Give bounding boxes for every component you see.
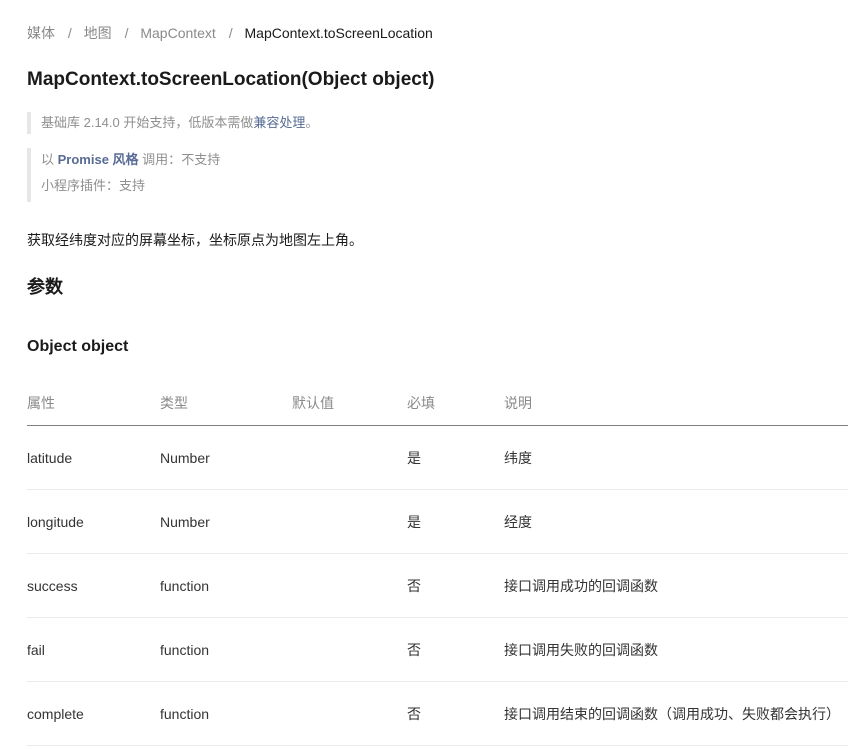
cell-type: function — [160, 617, 292, 682]
breadcrumb-separator: / — [67, 25, 72, 41]
breadcrumb-separator: / — [124, 25, 129, 41]
support-info: 以 Promise 风格 调用：不支持 小程序插件：支持 — [27, 148, 220, 202]
table-row: latitude Number 是 纬度 — [27, 425, 848, 490]
plugin-support-line: 小程序插件：支持 — [41, 174, 220, 200]
cell-type: function — [160, 681, 292, 746]
promise-support-value: 不支持 — [181, 152, 221, 167]
cell-type: Number — [160, 425, 292, 490]
breadcrumb-item-media[interactable]: 媒体 — [27, 25, 55, 41]
cell-default — [292, 617, 407, 682]
header-required: 必填 — [407, 381, 504, 426]
promise-support-line: 以 Promise 风格 调用：不支持 — [41, 148, 220, 174]
cell-type: Number — [160, 489, 292, 554]
header-property: 属性 — [27, 381, 160, 426]
table-row: success function 否 接口调用成功的回调函数 — [27, 553, 848, 618]
cell-property: latitude — [27, 425, 160, 490]
breadcrumb-item-map[interactable]: 地图 — [84, 25, 112, 41]
cell-required: 否 — [407, 617, 504, 682]
plugin-label: 小程序插件 — [41, 178, 107, 193]
promise-style-label: Promise 风格 — [57, 152, 139, 167]
cell-description: 接口调用成功的回调函数 — [504, 553, 848, 618]
support-note-text: 基础库 2.14.0 开始支持，低版本需做 — [41, 115, 254, 130]
table-row: complete function 否 接口调用结束的回调函数（调用成功、失败都… — [27, 681, 848, 746]
promise-colon: ： — [168, 152, 182, 167]
plugin-support-value: 支持 — [119, 178, 146, 193]
cell-required: 否 — [407, 681, 504, 746]
page-title: MapContext.toScreenLocation(Object objec… — [27, 69, 435, 90]
table-header-row: 属性 类型 默认值 必填 说明 — [27, 381, 848, 426]
table-row: fail function 否 接口调用失败的回调函数 — [27, 617, 848, 682]
api-description: 获取经纬度对应的屏幕坐标，坐标原点为地图左上角。 — [27, 232, 363, 248]
params-table: 属性 类型 默认值 必填 说明 latitude Number 是 纬度 lon… — [27, 381, 848, 746]
support-note-suffix: 。 — [305, 115, 319, 130]
breadcrumb-separator: / — [228, 25, 233, 41]
cell-default — [292, 489, 407, 554]
breadcrumb: 媒体 / 地图 / MapContext / MapContext.toScre… — [27, 24, 433, 42]
table-row: longitude Number 是 经度 — [27, 489, 848, 554]
params-heading: 参数 — [27, 277, 63, 297]
cell-required: 是 — [407, 489, 504, 554]
cell-default — [292, 425, 407, 490]
cell-required: 是 — [407, 425, 504, 490]
compat-link[interactable]: 兼容处理 — [253, 115, 305, 130]
promise-call-label: 调用 — [138, 152, 169, 167]
header-type: 类型 — [160, 381, 292, 426]
object-heading: Object object — [27, 338, 129, 355]
header-description: 说明 — [504, 381, 848, 426]
plugin-colon: ： — [106, 178, 120, 193]
cell-default — [292, 553, 407, 618]
cell-type: function — [160, 553, 292, 618]
support-note: 基础库 2.14.0 开始支持，低版本需做兼容处理。 — [27, 112, 318, 134]
cell-property: fail — [27, 617, 160, 682]
cell-description: 经度 — [504, 489, 848, 554]
cell-description: 纬度 — [504, 425, 848, 490]
breadcrumb-item-mapcontext[interactable]: MapContext — [140, 25, 215, 41]
breadcrumb-current: MapContext.toScreenLocation — [244, 25, 433, 41]
cell-description: 接口调用结束的回调函数（调用成功、失败都会执行） — [504, 681, 848, 746]
header-default: 默认值 — [292, 381, 407, 426]
cell-description: 接口调用失败的回调函数 — [504, 617, 848, 682]
cell-property: success — [27, 553, 160, 618]
promise-prefix: 以 — [41, 152, 58, 167]
cell-required: 否 — [407, 553, 504, 618]
cell-property: longitude — [27, 489, 160, 554]
cell-default — [292, 681, 407, 746]
cell-property: complete — [27, 681, 160, 746]
